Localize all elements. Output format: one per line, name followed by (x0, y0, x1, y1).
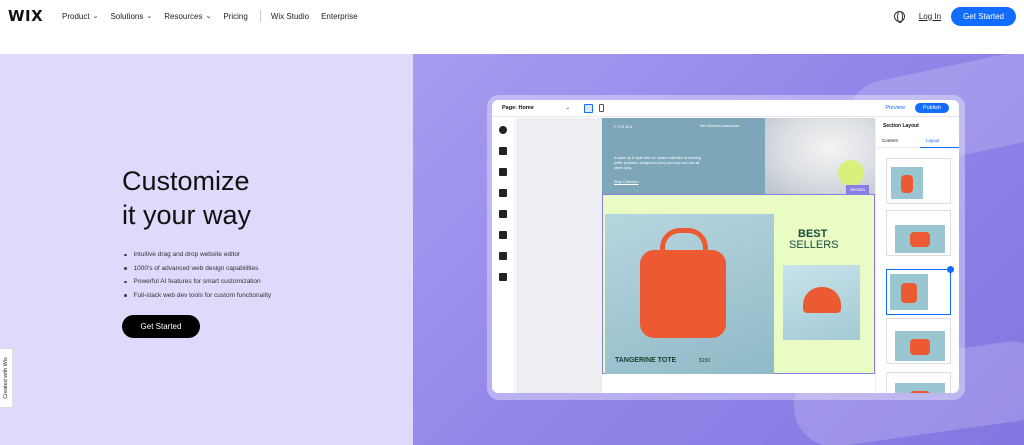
product-card-hat (783, 265, 860, 340)
thumbnail-image (895, 383, 945, 393)
nav-item-label: Product (62, 11, 90, 21)
nav-item-wix-studio[interactable]: Wix Studio (271, 12, 309, 21)
layout-thumbnail[interactable] (886, 372, 951, 393)
thumbnail-image (891, 167, 923, 199)
site-header-preview: FORMA Men Women Accessories A make-up in… (602, 118, 875, 194)
nav-divider (259, 10, 261, 22)
nav-item-resources[interactable]: Resources ⌄ (164, 12, 211, 21)
tab-content[interactable]: Content (882, 138, 898, 143)
nav-item-label: Pricing (223, 11, 248, 21)
site-nav: Men Women Accessories (700, 124, 740, 128)
sections-icon[interactable] (499, 147, 507, 155)
site-intro: A make-up in style with our newest colle… (614, 156, 701, 170)
panel-title: Section Layout (883, 123, 919, 129)
created-with-label: Created with Wix (3, 357, 10, 399)
feature-item: Powerful AI features for smart customiza… (124, 275, 271, 289)
selected-section[interactable]: TANGERINE TOTE $150 BEST SELLERS (602, 194, 875, 374)
check-icon (947, 266, 954, 273)
login-link[interactable]: Log In (919, 12, 941, 21)
pages-icon[interactable] (499, 168, 507, 176)
hero-headline: Customize it your way (122, 164, 251, 232)
product-price: $150 (699, 358, 711, 364)
thumbnail-image (895, 225, 945, 253)
hero-headline-line: it your way (122, 200, 252, 230)
tote-bag-image (640, 228, 726, 338)
business-icon[interactable] (499, 231, 507, 239)
hero-headline-line: Customize (122, 166, 250, 196)
add-icon[interactable] (499, 126, 507, 134)
get-started-button[interactable]: Get Started (951, 6, 1016, 26)
apps-icon[interactable] (499, 210, 507, 218)
hero-get-started-button[interactable]: Get Started (122, 315, 200, 338)
design-icon[interactable] (499, 189, 507, 197)
sellers-heading: SELLERS (789, 239, 839, 251)
feature-list: Intuitive drag and drop website editor 1… (124, 248, 272, 303)
tab-indicator (920, 147, 959, 148)
publish-button[interactable]: Publish (914, 103, 949, 113)
panel-tabs: Content Layout (876, 135, 959, 148)
cms-icon[interactable] (499, 273, 507, 281)
feature-item: 1000's of advanced web design capabiliti… (124, 262, 271, 276)
media-icon[interactable] (499, 252, 507, 260)
nav-item-pricing[interactable]: Pricing (223, 12, 247, 21)
editor-toolbar: Page: Home ⌄ Preview Publish (492, 100, 959, 117)
nav-right: Log In Get Started (893, 6, 1016, 26)
chevron-down-icon: ⌄ (205, 13, 212, 20)
layout-thumbnail-selected[interactable] (886, 266, 954, 315)
top-nav: WIX Product ⌄ Solutions ⌄ Resources ⌄ Prici… (0, 0, 1024, 32)
layout-thumbnail[interactable] (886, 318, 951, 364)
nav-item-label: Solutions (110, 11, 144, 21)
thumbnail-image (895, 331, 945, 361)
created-with-wix-badge[interactable]: Created with Wix (0, 348, 13, 408)
tab-layout[interactable]: Layout (926, 138, 940, 143)
chevron-down-icon: ⌄ (92, 13, 99, 20)
preview-button[interactable]: Preview (885, 105, 905, 111)
editor-mockup: Page: Home ⌄ Preview Publish FORMA Men W… (492, 100, 959, 393)
desktop-view-icon[interactable] (584, 103, 593, 113)
product-title: TANGERINE TOTE (615, 357, 677, 364)
wix-logo[interactable]: WIX (8, 7, 52, 25)
chevron-down-icon: ⌄ (146, 13, 153, 20)
mobile-view-icon[interactable] (599, 104, 604, 112)
bucket-hat-image (803, 287, 841, 313)
nav-item-enterprise[interactable]: Enterprise (321, 12, 357, 21)
section-tag: Section (846, 185, 870, 194)
sticker-badge (838, 160, 864, 186)
section-layout-panel: Section Layout Content Layout (875, 118, 959, 393)
product-card-tote: TANGERINE TOTE $150 (605, 214, 774, 374)
layout-thumbnail[interactable] (886, 158, 951, 204)
chevron-down-icon: ⌄ (565, 105, 570, 111)
feature-item: Intuitive drag and drop website editor (124, 248, 271, 262)
page-selector[interactable]: Page: Home (502, 105, 534, 111)
thumbnail-image (890, 274, 928, 310)
canvas-gutter (516, 118, 602, 393)
layout-thumbnail[interactable] (886, 210, 951, 256)
nav-item-solutions[interactable]: Solutions ⌄ (110, 12, 152, 21)
globe-icon[interactable] (893, 10, 905, 23)
feature-item: Full-stack web dev tools for custom func… (124, 289, 272, 303)
nav-item-label: Resources (164, 11, 203, 21)
nav-item-product[interactable]: Product ⌄ (62, 12, 98, 21)
site-link: Shop Collection (614, 180, 639, 184)
nav-links: Product ⌄ Solutions ⌄ Resources ⌄ Pricing W… (62, 10, 370, 22)
editor-tool-rail (492, 118, 515, 393)
site-brand: FORMA (614, 124, 634, 129)
